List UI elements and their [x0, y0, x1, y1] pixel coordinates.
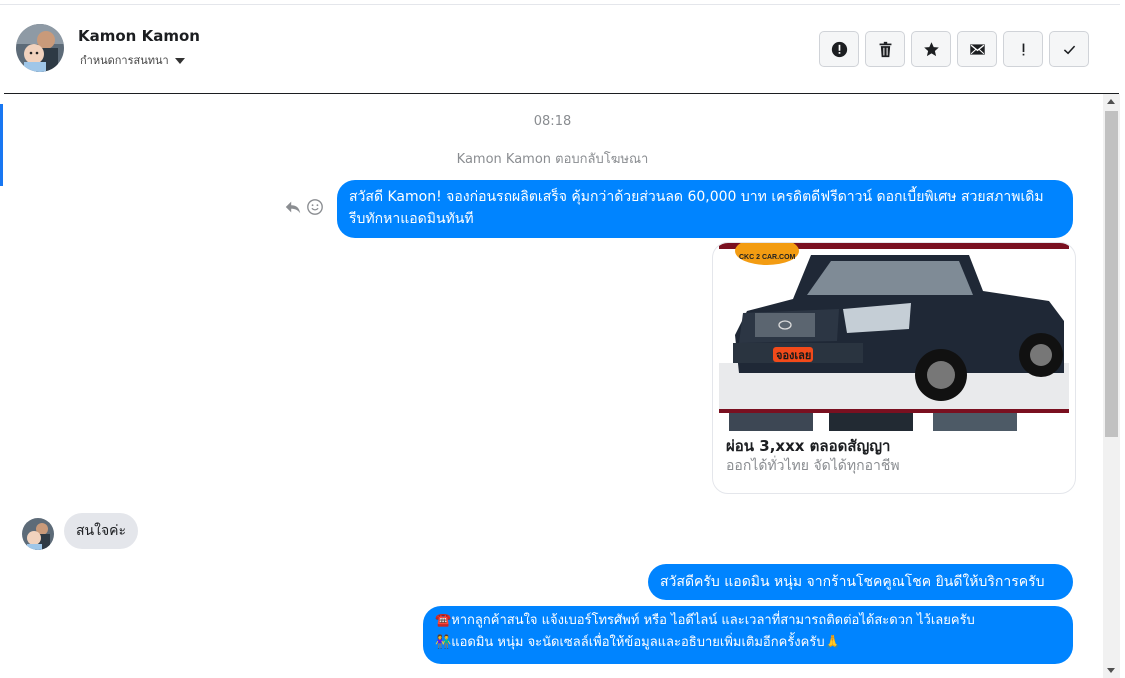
- alert-circle-icon: [831, 41, 847, 57]
- active-indicator: [0, 104, 3, 186]
- admin-info-text-1: หากลูกค้าสนใจ แจ้งเบอร์โทรศัพท์ หรือ ไอด…: [451, 613, 975, 628]
- caret-down-icon: [174, 58, 185, 64]
- conversation-status-label: กำหนดการสนทนา: [80, 54, 169, 67]
- ad-reply-note: Kamon Kamon ตอบกลับโฆษณา: [456, 152, 649, 167]
- admin-info-bubble: ☎️หากลูกค้าสนใจ แจ้งเบอร์โทรศัพท์ หรือ ไ…: [423, 606, 1073, 664]
- exclamation-icon: [1022, 43, 1024, 55]
- reply-icon[interactable]: [284, 198, 302, 216]
- admin-info-line-1: ☎️หากลูกค้าสนใจ แจ้งเบอร์โทรศัพท์ หรือ ไ…: [435, 610, 1061, 632]
- contact-avatar[interactable]: [16, 24, 64, 72]
- conversation-status-dropdown[interactable]: กำหนดการสนทนา: [80, 51, 185, 69]
- pray-emoji: 🙏: [824, 635, 841, 650]
- message-timestamp: 08:18: [533, 114, 572, 129]
- people-emoji: 👫: [435, 635, 452, 650]
- customer-message-bubble: สนใจค่ะ: [64, 513, 139, 549]
- envelope-icon: [969, 43, 985, 55]
- smiley-icon[interactable]: [306, 198, 324, 216]
- scroll-down-arrow-icon[interactable]: [1107, 668, 1115, 673]
- header-actions: [819, 31, 1089, 67]
- star-icon: [923, 41, 939, 56]
- ad-message-text: สวัสดี Kamon! จองก่อนรถผลิตเสร็จ คุ้มกว่…: [349, 189, 1044, 227]
- mark-done-button[interactable]: [1049, 31, 1089, 67]
- scrollbar[interactable]: [1103, 94, 1120, 678]
- book-now-badge: จองเลย: [776, 350, 811, 362]
- scroll-up-arrow-icon[interactable]: [1107, 99, 1115, 104]
- ad-card[interactable]: CKC 2 CAR.COM จองเลย ผ่อน 3,xxx ตลอดสัญญ…: [712, 242, 1076, 494]
- follow-up-button[interactable]: [1003, 31, 1043, 67]
- admin-greeting-text: สวัสดีครับ แอดมิน หนุ่ม จากร้านโชคคูณโชค…: [660, 574, 1045, 590]
- ad-car-image: CKC 2 CAR.COM จองเลย: [719, 243, 1069, 431]
- check-icon: [1063, 45, 1075, 54]
- delete-button[interactable]: [865, 31, 905, 67]
- admin-info-text-2: แอดมิน หนุ่ม จะนัดเซลล์เพื่อให้ข้อมูลและ…: [451, 635, 825, 650]
- star-button[interactable]: [911, 31, 951, 67]
- customer-message-text: สนใจค่ะ: [76, 523, 127, 539]
- ad-card-subtitle: ออกได้ทั่วไทย จัดได้ทุกอาชีพ: [726, 458, 900, 474]
- admin-greeting-bubble: สวัสดีครับ แอดมิน หนุ่ม จากร้านโชคคูณโชค…: [648, 564, 1073, 600]
- message-hover-actions: [284, 198, 324, 216]
- phone-emoji: ☎️: [435, 613, 452, 628]
- conversation-header: Kamon Kamon กำหนดการสนทนา: [4, 5, 1119, 94]
- scroll-thumb[interactable]: [1105, 111, 1118, 437]
- ad-message-bubble: สวัสดี Kamon! จองก่อนรถผลิตเสร็จ คุ้มกว่…: [337, 180, 1073, 238]
- dealer-logo: CKC 2 CAR.COM: [739, 254, 796, 261]
- customer-avatar[interactable]: [22, 518, 54, 550]
- contact-name: Kamon Kamon: [78, 27, 200, 45]
- admin-info-line-2: 👫แอดมิน หนุ่ม จะนัดเซลล์เพื่อให้ข้อมูลแล…: [435, 632, 1061, 654]
- message-thread[interactable]: 08:18 Kamon Kamon ตอบกลับโฆษณา สวัสดี Ka…: [4, 94, 1101, 678]
- mark-spam-button[interactable]: [819, 31, 859, 67]
- trash-icon: [879, 41, 891, 57]
- mark-unread-button[interactable]: [957, 31, 997, 67]
